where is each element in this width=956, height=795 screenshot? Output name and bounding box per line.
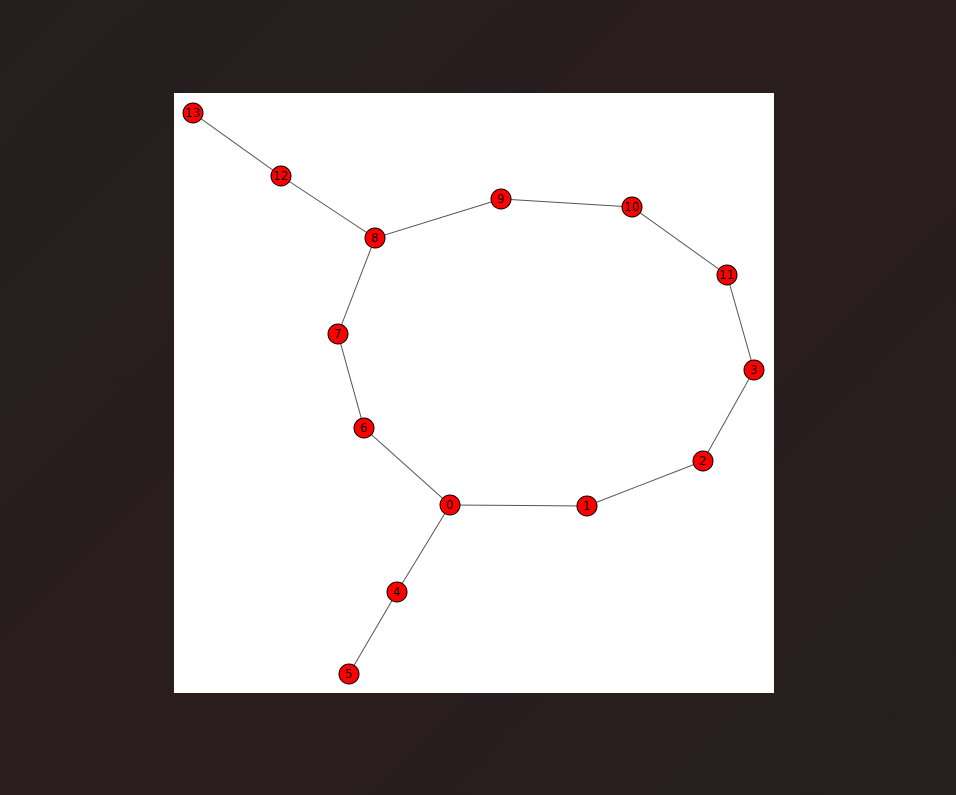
edge-2-1 bbox=[586, 460, 704, 507]
node-label: 11 bbox=[719, 268, 734, 282]
edge-0-6 bbox=[363, 427, 451, 506]
node-9: 9 bbox=[490, 188, 512, 210]
node-1: 1 bbox=[576, 495, 598, 517]
edge-11-3 bbox=[726, 274, 755, 371]
edge-0-4 bbox=[396, 504, 451, 593]
node-3: 3 bbox=[743, 359, 765, 381]
node-12: 12 bbox=[270, 165, 292, 187]
edge-8-9 bbox=[374, 198, 502, 239]
node-0: 0 bbox=[439, 494, 461, 516]
node-label: 12 bbox=[273, 169, 288, 183]
node-8: 8 bbox=[364, 227, 386, 249]
node-10: 10 bbox=[621, 196, 643, 218]
edge-6-7 bbox=[337, 333, 365, 429]
node-label: 3 bbox=[750, 363, 758, 377]
edge-1-0 bbox=[449, 504, 588, 507]
network-graph: 0 12345678910111213 bbox=[182, 102, 765, 685]
node-label: 1 bbox=[583, 499, 591, 513]
node-label: 7 bbox=[334, 327, 342, 341]
node-13: 13 bbox=[182, 102, 204, 124]
edge-4-5 bbox=[348, 591, 398, 675]
node-label: 4 bbox=[393, 585, 401, 599]
edge-13-12 bbox=[192, 112, 282, 177]
edge-10-11 bbox=[631, 206, 728, 276]
node-label: 5 bbox=[345, 667, 353, 681]
node-5: 5 bbox=[338, 663, 360, 685]
node-label: 6 bbox=[360, 421, 368, 435]
edge-3-2 bbox=[702, 369, 755, 462]
node-label: 9 bbox=[497, 192, 505, 206]
node-label: 10 bbox=[624, 200, 639, 214]
node-11: 11 bbox=[716, 264, 738, 286]
node-label: 8 bbox=[371, 231, 379, 245]
node-7: 7 bbox=[327, 323, 349, 345]
edge-12-8 bbox=[280, 175, 376, 239]
node-2: 2 bbox=[692, 450, 714, 472]
edge-9-10 bbox=[500, 198, 633, 208]
node-4: 4 bbox=[386, 581, 408, 603]
node-label: 13 bbox=[185, 106, 200, 120]
node-label: 2 bbox=[699, 454, 707, 468]
edge-7-8 bbox=[337, 237, 376, 335]
node-6: 6 bbox=[353, 417, 375, 439]
node-label: 0 bbox=[446, 498, 454, 512]
